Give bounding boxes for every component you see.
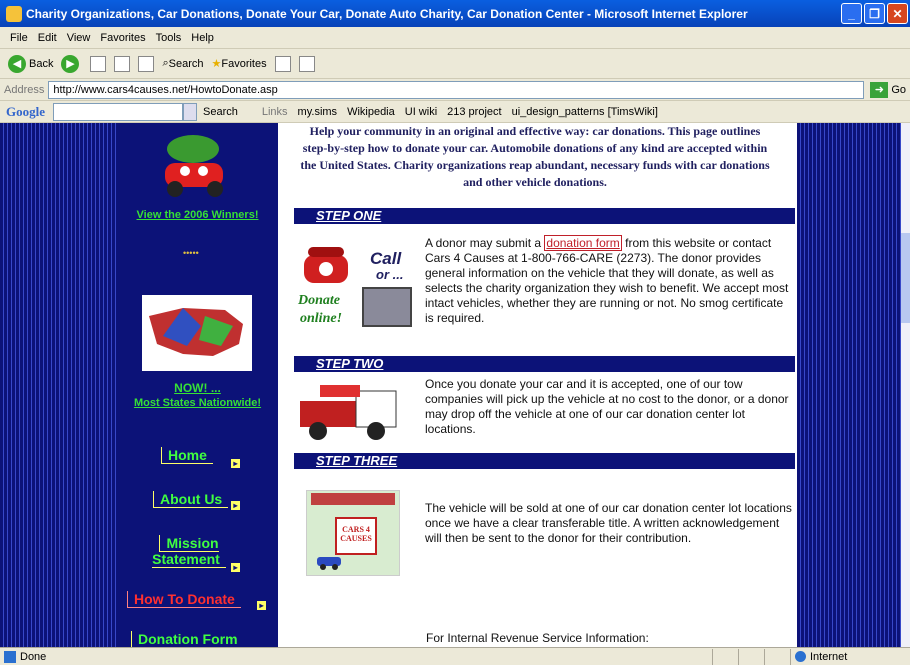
back-arrow-icon: ◀ (8, 54, 26, 73)
search-button[interactable]: ⌕ Search (162, 57, 203, 70)
scrollbar[interactable] (901, 123, 910, 647)
step-one-text: A donor may submit a donation form from … (425, 235, 789, 325)
google-dropdown[interactable] (183, 102, 197, 121)
forward-arrow-icon: ▶ (61, 54, 80, 73)
google-toolbar: Google Search Links my.sims Wikipedia UI… (0, 101, 910, 123)
nav-donation-form[interactable]: Donation Form (131, 631, 244, 647)
ie-icon (6, 5, 22, 22)
link-my-sims[interactable]: my.sims (298, 106, 338, 118)
car-lot-image: CARS 4 CAUSES (306, 490, 400, 576)
step-three-text: The vehicle will be sold at one of our c… (425, 501, 792, 545)
links-label: Links (261, 105, 288, 118)
dots-decoration: ••••• (183, 248, 199, 258)
car-mascot-icon (165, 135, 223, 197)
right-stripe-background (797, 123, 910, 647)
link-wikipedia[interactable]: Wikipedia (347, 106, 395, 118)
view-winners-link[interactable]: View the 2006 Winners! (117, 209, 278, 221)
back-button[interactable]: ◀ Back (8, 54, 53, 73)
menu-favorites[interactable]: Favorites (100, 32, 145, 44)
states-link[interactable]: Most States Nationwide! (117, 397, 278, 409)
step-one-header: STEP ONE (294, 208, 795, 224)
menu-tools[interactable]: Tools (156, 32, 182, 44)
page-icon (4, 650, 16, 663)
nav-home[interactable]: Home (161, 447, 213, 464)
usa-map-image (142, 295, 252, 371)
history-icon[interactable] (274, 55, 291, 72)
title-bar: Charity Organizations, Car Donations, Do… (0, 0, 910, 27)
home-icon[interactable] (138, 55, 155, 72)
menu-edit[interactable]: Edit (38, 32, 57, 44)
menu-bar: File Edit View Favorites Tools Help (0, 27, 910, 49)
security-zone: Internet (790, 648, 910, 665)
telephone-icon (304, 247, 348, 283)
cars4causes-sign: CARS 4 CAUSES (335, 517, 377, 555)
maximize-button[interactable]: ❐ (864, 3, 885, 24)
nav-about-arrow-icon: ▸ (231, 501, 240, 510)
minimize-button[interactable]: _ (841, 3, 862, 24)
web-content: View the 2006 Winners! ••••• NOW! ... Mo… (0, 123, 910, 647)
globe-icon (795, 651, 806, 662)
computer-icon (362, 287, 412, 327)
step-three-header: STEP THREE (294, 453, 795, 469)
forward-button[interactable]: ▶ (61, 54, 82, 73)
print-icon[interactable] (298, 55, 315, 72)
stop-icon[interactable] (90, 55, 107, 72)
favorites-button[interactable]: ★ Favorites (211, 57, 267, 71)
now-text: NOW! ... (174, 381, 221, 395)
nav-mission-arrow-icon: ▸ (231, 563, 240, 572)
nav-mission-statement[interactable]: Mission Statement (149, 535, 229, 568)
step-two-text: Once you donate your car and it is accep… (425, 377, 789, 436)
address-input[interactable]: http://www.cars4causes.net/HowtoDonate.a… (48, 80, 865, 99)
google-logo[interactable]: Google (6, 104, 45, 120)
address-label: Address (4, 83, 45, 96)
menu-view[interactable]: View (67, 32, 91, 44)
link-213-project[interactable]: 213 project (447, 106, 501, 118)
usa-map-icon (149, 308, 243, 356)
go-arrow-icon: ➜ (870, 81, 889, 98)
tow-truck-icon (300, 385, 397, 440)
scrollbar-thumb[interactable] (901, 233, 910, 323)
nav-donate-arrow-icon: ▸ (257, 601, 266, 610)
step-two-header: STEP TWO (294, 356, 795, 372)
status-text: Done (20, 650, 47, 663)
google-search-button[interactable]: Search (203, 106, 238, 118)
intro-text: Help your community in an original and e… (300, 124, 770, 189)
go-button[interactable]: ➜ Go (870, 81, 906, 98)
donation-form-link[interactable]: donation form (544, 235, 622, 251)
building-icon (311, 493, 395, 505)
star-icon: ★ (211, 58, 222, 70)
link-ui-design-patterns[interactable]: ui_design_patterns [TimsWiki] (512, 106, 658, 118)
menu-file[interactable]: File (10, 32, 28, 44)
small-car-icon (317, 557, 341, 570)
main-column: Help your community in an original and e… (278, 123, 797, 647)
sidebar: View the 2006 Winners! ••••• NOW! ... Mo… (117, 123, 278, 647)
left-stripe-background (0, 123, 117, 647)
nav-home-arrow-icon: ▸ (231, 459, 240, 468)
link-ui-wiki[interactable]: UI wiki (405, 106, 437, 118)
standard-toolbar: ◀ Back ▶ ⌕ Search ★ Favorites (0, 49, 910, 79)
status-bar: Done Internet (0, 647, 910, 665)
window-title: Charity Organizations, Car Donations, Do… (26, 6, 748, 21)
nav-about-us[interactable]: About Us (153, 491, 229, 508)
address-bar: Address http://www.cars4causes.net/Howto… (0, 79, 910, 101)
close-button[interactable]: ✕ (887, 3, 908, 24)
irs-info-text: For Internal Revenue Service Information… (426, 631, 649, 645)
nav-how-to-donate[interactable]: How To Donate (127, 591, 241, 608)
refresh-icon[interactable] (114, 55, 131, 72)
google-search-input[interactable] (53, 102, 183, 121)
call-donate-image: Call or ... Donate online! (296, 233, 416, 335)
menu-help[interactable]: Help (191, 32, 214, 44)
